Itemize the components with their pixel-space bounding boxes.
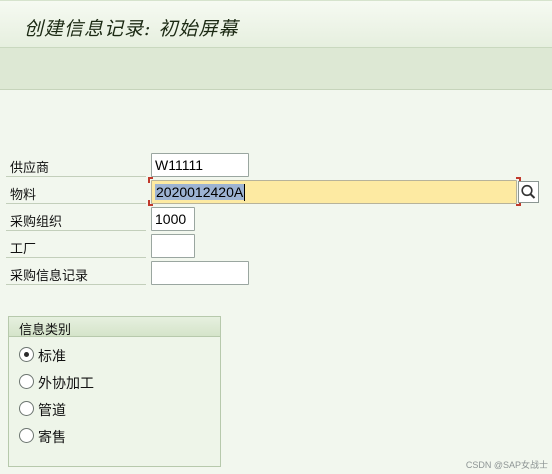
radio-button-consignment[interactable] — [19, 428, 34, 443]
material-row: 物料 — [6, 179, 146, 204]
info-record-label: 采购信息记录 — [10, 269, 89, 284]
info-record-input[interactable] — [151, 261, 249, 285]
info-record-row: 采购信息记录 — [6, 260, 146, 285]
application-toolbar — [0, 48, 552, 90]
radio-button-subcontracting[interactable] — [19, 374, 34, 389]
purch-org-value: 1000 — [155, 211, 187, 227]
radio-label-standard: 标准 — [38, 349, 66, 365]
purch-org-input[interactable]: 1000 — [151, 207, 195, 231]
screen-title: 创建信息记录: 初始屏幕 — [24, 18, 239, 40]
plant-label: 工厂 — [10, 242, 37, 257]
plant-input[interactable] — [151, 234, 195, 258]
plant-row: 工厂 — [6, 233, 146, 258]
info-category-group: 信息类别 标准 外协加工 管道 寄售 — [8, 316, 221, 467]
info-category-header: 信息类别 — [9, 317, 220, 338]
vendor-label: 供应商 — [10, 161, 50, 176]
radio-label-subcontracting: 外协加工 — [38, 376, 94, 392]
vendor-row: 供应商 — [6, 152, 146, 177]
radio-label-pipeline: 管道 — [38, 403, 66, 419]
focus-corner-tl — [148, 177, 153, 183]
search-help-button[interactable] — [518, 181, 539, 203]
purch-org-row: 采购组织 — [6, 206, 146, 231]
vendor-input[interactable]: W11111 — [151, 153, 249, 177]
material-label: 物料 — [10, 188, 37, 203]
text-caret — [244, 183, 246, 201]
purch-org-label: 采购组织 — [10, 215, 63, 230]
vendor-value: W11111 — [155, 157, 203, 173]
material-value: 2020012420A — [155, 184, 245, 200]
material-input[interactable]: 2020012420A — [151, 180, 517, 204]
magnifier-icon — [521, 184, 536, 199]
title-bar: 创建信息记录: 初始屏幕 — [0, 0, 552, 48]
focus-corner-bl — [148, 200, 153, 206]
info-category-title: 信息类别 — [19, 323, 72, 338]
radio-button-standard[interactable] — [19, 347, 34, 362]
radio-button-pipeline[interactable] — [19, 401, 34, 416]
radio-label-consignment: 寄售 — [38, 430, 66, 446]
watermark: CSDN @SAP女战士 — [465, 460, 548, 470]
